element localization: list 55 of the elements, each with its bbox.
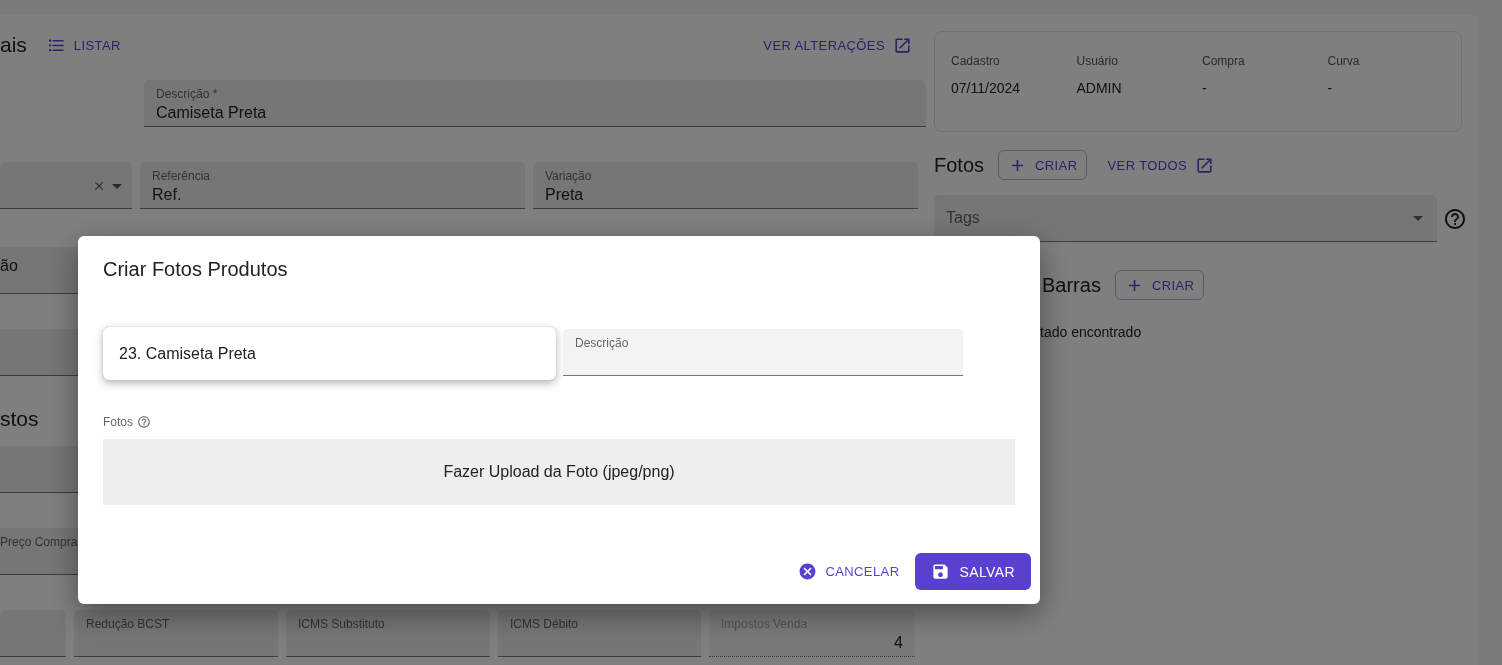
select-field[interactable] [0, 162, 132, 209]
field-label: Referência [152, 169, 212, 183]
dropdown-option[interactable]: 23. Camiseta Preta [103, 327, 556, 380]
input-field[interactable]: Descrição * Camiseta Preta [144, 80, 926, 127]
section-title: Fotos [934, 153, 985, 177]
input-field[interactable]: Redução BCST [74, 610, 278, 657]
description-field[interactable]: Descrição [563, 329, 963, 376]
save-icon [931, 562, 951, 581]
help-icon[interactable] [1443, 206, 1467, 231]
dropdown-icon [1413, 215, 1423, 221]
info-label: Cadastro [951, 54, 1001, 68]
info-value: ADMIN [1076, 80, 1123, 96]
info-label: Usuário [1076, 54, 1119, 68]
external-link-icon [1195, 155, 1215, 175]
dialog-title: Criar Fotos Produtos [103, 257, 288, 282]
field-label: Redução BCST [86, 617, 171, 631]
cancel-icon [798, 562, 818, 581]
input-field[interactable]: ICMS Substituto [286, 610, 490, 657]
create-button[interactable]: CRIAR [1114, 270, 1205, 300]
input-field[interactable]: Variação Preta [533, 162, 918, 209]
field-value: Ref. [152, 186, 182, 204]
select-placeholder: Tags [946, 209, 980, 227]
create-button[interactable]: CRIAR [998, 150, 1088, 180]
view-all-link[interactable]: VER TODOS [1101, 151, 1221, 179]
info-value: 07/11/2024 [951, 80, 1022, 96]
clear-icon[interactable] [92, 179, 106, 193]
field-label: Descrição * [156, 87, 219, 101]
dropdown-icon[interactable] [112, 183, 122, 189]
field-label: Variação [545, 169, 593, 183]
help-icon[interactable] [137, 415, 151, 429]
section-title: Barras [1042, 273, 1101, 297]
info-value: - [1327, 80, 1334, 96]
photos-label: Fotos [103, 415, 133, 429]
field-value: Camiseta Preta [156, 104, 267, 122]
cancel-button[interactable]: CANCELAR [792, 558, 906, 585]
input-field[interactable]: ICMS Débito [498, 610, 701, 657]
field-value: Preta [545, 186, 584, 204]
info-value: - [1202, 80, 1208, 96]
list-button[interactable]: LISTAR [40, 31, 127, 59]
page-title: ais [0, 33, 27, 57]
field-label: ICMS Substituto [298, 617, 386, 631]
section-title: stos [0, 406, 39, 432]
input-field[interactable]: Referência Ref. [140, 162, 525, 209]
field-value: ão [0, 257, 18, 275]
empty-message: tado encontrado [1040, 324, 1142, 340]
info-label: Curva [1327, 54, 1361, 68]
info-label: Compra [1202, 54, 1246, 68]
field-label: ICMS Débito [510, 617, 580, 631]
upload-area[interactable]: Fazer Upload da Foto (jpeg/png) [103, 439, 1015, 505]
field-value: 4 [894, 634, 903, 652]
external-link-icon [893, 35, 912, 55]
input-field[interactable] [0, 610, 66, 657]
tags-select[interactable]: Tags [934, 195, 1437, 242]
save-button[interactable]: SALVAR [915, 553, 1031, 590]
changes-link[interactable]: VER ALTERAÇÕES [757, 31, 918, 59]
